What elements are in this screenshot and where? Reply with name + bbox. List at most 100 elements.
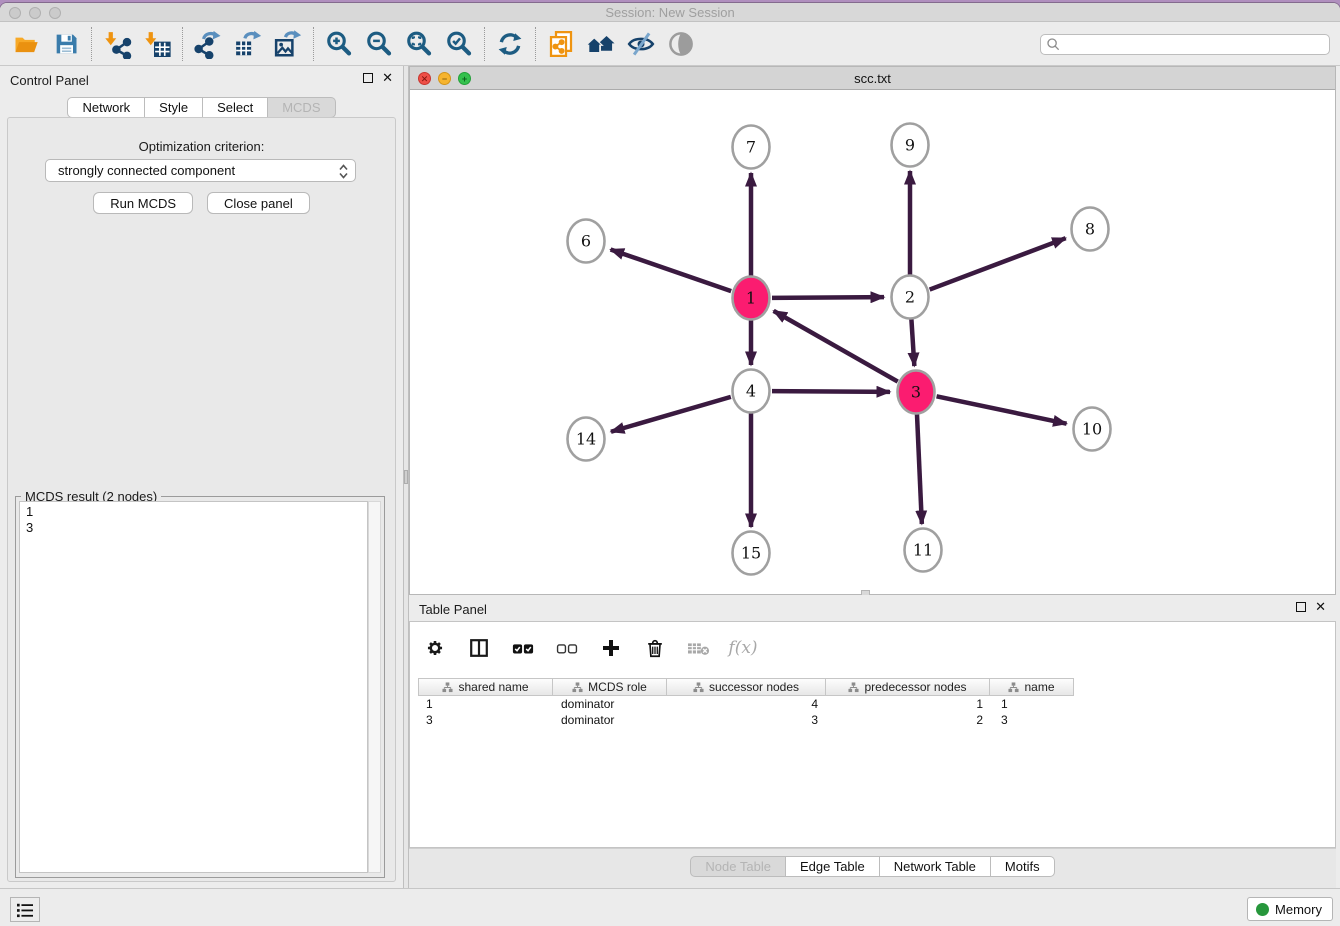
home-button[interactable] bbox=[581, 26, 621, 62]
graph-edge-2-8[interactable] bbox=[930, 238, 1066, 289]
delete-table-button[interactable] bbox=[684, 632, 714, 664]
graph-node-label-10: 10 bbox=[1082, 420, 1102, 439]
close-panel-button[interactable]: Close panel bbox=[207, 192, 310, 214]
import-table-icon bbox=[142, 29, 172, 59]
tab-mcds[interactable]: MCDS bbox=[268, 97, 335, 118]
task-history-button[interactable] bbox=[10, 897, 40, 922]
zoom-out-icon bbox=[364, 29, 394, 59]
table-panel-header: Table Panel ✕ bbox=[409, 595, 1336, 623]
memory-button[interactable]: Memory bbox=[1247, 897, 1333, 921]
mcds-result-text[interactable]: 13 bbox=[19, 501, 368, 873]
graph-node-label-6: 6 bbox=[581, 232, 591, 251]
graph-edge-3-1[interactable] bbox=[774, 311, 898, 382]
export-table-icon bbox=[233, 29, 263, 59]
graph-edge-4-14[interactable] bbox=[611, 397, 731, 432]
export-network-button[interactable] bbox=[188, 26, 228, 62]
table-row[interactable]: 1dominator411 bbox=[418, 696, 1078, 712]
refresh-view-button[interactable] bbox=[490, 26, 530, 62]
tab-edge-table[interactable]: Edge Table bbox=[786, 856, 880, 877]
graph-node-label-1: 1 bbox=[746, 289, 756, 308]
unselect-all-columns-button[interactable] bbox=[552, 632, 582, 664]
zoom-out-button[interactable] bbox=[359, 26, 399, 62]
tab-style[interactable]: Style bbox=[145, 97, 203, 118]
table-row[interactable]: 3dominator323 bbox=[418, 712, 1078, 728]
clone-network-button[interactable] bbox=[541, 26, 581, 62]
zoom-fit-icon bbox=[404, 29, 434, 59]
toolbar-separator bbox=[484, 27, 485, 61]
graph-node-label-9: 9 bbox=[905, 136, 915, 155]
import-network-button[interactable] bbox=[97, 26, 137, 62]
network-view-frame: ✕ − + scc.txt 1234678910111415 bbox=[409, 66, 1336, 595]
close-table-panel-icon[interactable]: ✕ bbox=[1315, 602, 1326, 612]
float-panel-icon[interactable] bbox=[363, 73, 373, 83]
zoom-in-button[interactable] bbox=[319, 26, 359, 62]
delete-columns-button[interactable] bbox=[640, 632, 670, 664]
search-input[interactable] bbox=[1061, 36, 1329, 53]
divider-handle-icon[interactable] bbox=[404, 470, 408, 484]
float-table-panel-icon[interactable] bbox=[1296, 602, 1306, 612]
save-session-button[interactable] bbox=[46, 26, 86, 62]
eye-icon bbox=[666, 29, 696, 59]
function-builder-button[interactable]: f(x) bbox=[728, 632, 758, 664]
toolbar-separator bbox=[313, 27, 314, 61]
control-panel: Control Panel ✕ NetworkStyleSelectMCDS O… bbox=[0, 66, 403, 888]
window-titlebar: Session: New Session bbox=[0, 3, 1340, 22]
tab-node-table[interactable]: Node Table bbox=[690, 856, 786, 877]
column-header-MCDS-role[interactable]: MCDS role bbox=[552, 678, 667, 696]
graph-node-label-15: 15 bbox=[741, 544, 761, 563]
column-header-shared-name[interactable]: shared name bbox=[418, 678, 553, 696]
zoom-fit-button[interactable] bbox=[399, 26, 439, 62]
table-tabs-strip: Node TableEdge TableNetwork TableMotifs bbox=[409, 848, 1336, 888]
column-header-name[interactable]: name bbox=[989, 678, 1074, 696]
graph-edge-3-10[interactable] bbox=[937, 396, 1067, 423]
plus-icon bbox=[599, 636, 623, 660]
export-network-icon bbox=[193, 29, 223, 59]
table-cell: 3 bbox=[418, 712, 553, 728]
export-image-button[interactable] bbox=[268, 26, 308, 62]
import-table-button[interactable] bbox=[137, 26, 177, 62]
select-all-columns-button[interactable] bbox=[508, 632, 538, 664]
column-header-predecessor-nodes[interactable]: predecessor nodes bbox=[825, 678, 990, 696]
graph-node-label-2: 2 bbox=[905, 288, 915, 307]
refresh-icon bbox=[495, 29, 525, 59]
control-panel-title: Control Panel bbox=[10, 73, 89, 88]
graph-edge-3-11[interactable] bbox=[917, 413, 922, 524]
table-cell: dominator bbox=[553, 696, 668, 712]
hide-selected-button[interactable] bbox=[621, 26, 661, 62]
table-cell: 3 bbox=[993, 712, 1078, 728]
graph-edge-1-6[interactable] bbox=[611, 249, 732, 291]
split-panel-button[interactable] bbox=[464, 632, 494, 664]
network-canvas[interactable]: 1234678910111415 bbox=[410, 90, 1335, 594]
criterion-select[interactable]: strongly connected component bbox=[45, 159, 356, 182]
network-title: scc.txt bbox=[410, 71, 1335, 86]
result-scrollbar[interactable] bbox=[368, 501, 381, 873]
table-settings-button[interactable] bbox=[420, 632, 450, 664]
zoom-selected-button[interactable] bbox=[439, 26, 479, 62]
export-table-button[interactable] bbox=[228, 26, 268, 62]
criterion-selected-value: strongly connected component bbox=[58, 163, 235, 178]
graph-edge-4-3[interactable] bbox=[772, 391, 890, 392]
toolbar-separator bbox=[91, 27, 92, 61]
graph-edge-2-3[interactable] bbox=[911, 318, 914, 366]
fx-icon: f(x) bbox=[728, 638, 757, 658]
graph-node-label-14: 14 bbox=[576, 430, 596, 449]
tab-network[interactable]: Network bbox=[67, 97, 145, 118]
table-rows: 1dominator4113dominator323 bbox=[418, 696, 1078, 728]
column-header-successor-nodes[interactable]: successor nodes bbox=[666, 678, 826, 696]
open-file-button[interactable] bbox=[6, 26, 46, 62]
tab-motifs[interactable]: Motifs bbox=[991, 856, 1055, 877]
graph-edge-1-2[interactable] bbox=[772, 297, 884, 298]
graph-node-label-3: 3 bbox=[911, 383, 921, 402]
run-mcds-button[interactable]: Run MCDS bbox=[93, 192, 193, 214]
close-panel-icon[interactable]: ✕ bbox=[382, 73, 393, 83]
table-cell: 3 bbox=[668, 712, 828, 728]
unchecked-boxes-icon bbox=[555, 637, 579, 659]
show-hidden-button[interactable] bbox=[661, 26, 701, 62]
table-panel-title: Table Panel bbox=[419, 602, 487, 617]
add-column-button[interactable] bbox=[596, 632, 626, 664]
list-icon bbox=[16, 902, 34, 918]
graph-node-label-8: 8 bbox=[1085, 220, 1095, 239]
combo-stepper-icon bbox=[338, 163, 349, 183]
tab-select[interactable]: Select bbox=[203, 97, 268, 118]
tab-network-table[interactable]: Network Table bbox=[880, 856, 991, 877]
